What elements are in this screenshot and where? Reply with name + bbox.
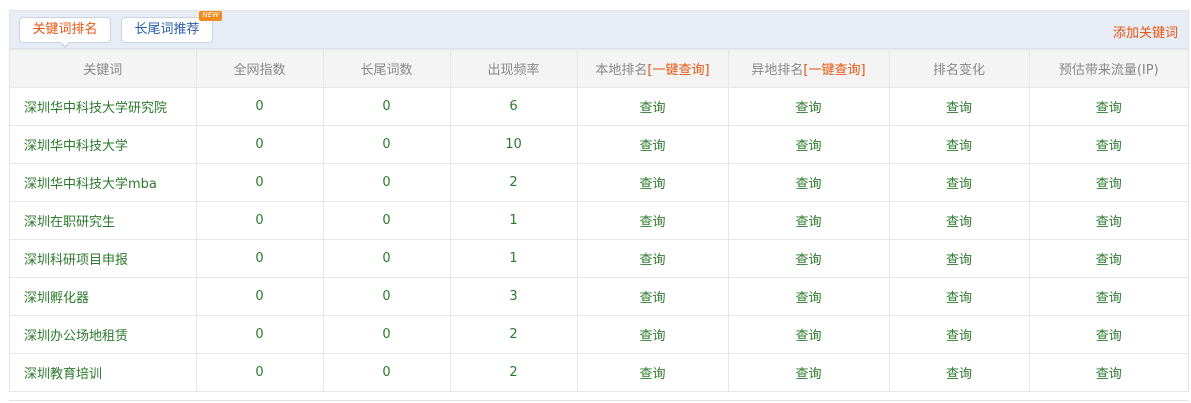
local-oneclick-query-link[interactable]: [一键查询] — [647, 63, 709, 78]
frequency-cell: 1 — [449, 201, 578, 240]
remote-rank-query-link[interactable]: 查询 — [727, 163, 890, 202]
rank-change-query-link[interactable]: 查询 — [888, 125, 1030, 164]
keyword-cell: 深圳办公场地租赁 — [10, 315, 197, 354]
local-rank-label: 本地排名 — [595, 63, 648, 78]
keyword-cell: 深圳科研项目申报 — [10, 239, 197, 278]
traffic-query-link[interactable]: 查询 — [1028, 201, 1188, 240]
traffic-query-link[interactable]: 查询 — [1028, 353, 1188, 392]
local-rank-query-link[interactable]: 查询 — [576, 239, 729, 278]
col-header-remote-rank: 异地排名[一键查询] — [727, 49, 890, 88]
col-header-traffic: 预估带来流量(IP) — [1028, 49, 1188, 88]
traffic-query-link[interactable]: 查询 — [1028, 125, 1188, 164]
table-row: 深圳华中科技大学研究院 0 0 6 查询 查询 查询 查询 — [10, 87, 1188, 126]
index-cell: 0 — [195, 125, 324, 164]
table-row: 深圳教育培训 0 0 2 查询 查询 查询 查询 — [10, 353, 1188, 392]
col-header-index: 全网指数 — [195, 49, 324, 88]
table-row: 深圳孵化器 0 0 3 查询 查询 查询 查询 — [10, 277, 1188, 316]
remote-rank-query-link[interactable]: 查询 — [727, 315, 890, 354]
longtail-cell: 0 — [322, 87, 451, 126]
frequency-cell: 2 — [449, 315, 578, 354]
rank-change-query-link[interactable]: 查询 — [888, 353, 1030, 392]
longtail-cell: 0 — [322, 163, 451, 202]
local-rank-query-link[interactable]: 查询 — [576, 277, 729, 316]
index-cell: 0 — [195, 239, 324, 278]
new-badge: NEW — [199, 11, 222, 21]
local-rank-query-link[interactable]: 查询 — [576, 353, 729, 392]
active-tab-pointer-icon — [60, 42, 70, 48]
keyword-cell: 深圳在职研究生 — [10, 201, 197, 240]
local-rank-query-link[interactable]: 查询 — [576, 315, 729, 354]
table-row: 深圳办公场地租赁 0 0 2 查询 查询 查询 查询 — [10, 315, 1188, 354]
tab-bar: 关键词排名 长尾词推荐 NEW 添加关键词 — [10, 11, 1188, 49]
keyword-cell: 深圳孵化器 — [10, 277, 197, 316]
remote-rank-label: 异地排名 — [751, 63, 804, 78]
index-cell: 0 — [195, 353, 324, 392]
traffic-query-link[interactable]: 查询 — [1028, 163, 1188, 202]
longtail-cell: 0 — [322, 353, 451, 392]
add-keyword-link[interactable]: 添加关键词 — [1113, 22, 1178, 41]
remote-rank-query-link[interactable]: 查询 — [727, 353, 890, 392]
local-rank-query-link[interactable]: 查询 — [576, 125, 729, 164]
frequency-cell: 6 — [449, 87, 578, 126]
keyword-table: 关键词 全网指数 长尾词数 出现频率 本地排名[一键查询] 异地排名[一键查询]… — [10, 49, 1188, 392]
frequency-cell: 2 — [449, 163, 578, 202]
remote-rank-query-link[interactable]: 查询 — [727, 125, 890, 164]
table-row: 深圳华中科技大学mba 0 0 2 查询 查询 查询 查询 — [10, 163, 1188, 202]
local-rank-query-link[interactable]: 查询 — [576, 201, 729, 240]
keyword-cell: 深圳华中科技大学 — [10, 125, 197, 164]
longtail-cell: 0 — [322, 315, 451, 354]
traffic-query-link[interactable]: 查询 — [1028, 239, 1188, 278]
rank-change-query-link[interactable]: 查询 — [888, 239, 1030, 278]
frequency-cell: 2 — [449, 353, 578, 392]
rank-change-query-link[interactable]: 查询 — [888, 201, 1030, 240]
index-cell: 0 — [195, 315, 324, 354]
table-row: 深圳科研项目申报 0 0 1 查询 查询 查询 查询 — [10, 239, 1188, 278]
remote-rank-query-link[interactable]: 查询 — [727, 239, 890, 278]
table-row: 深圳在职研究生 0 0 1 查询 查询 查询 查询 — [10, 201, 1188, 240]
traffic-query-link[interactable]: 查询 — [1028, 315, 1188, 354]
longtail-cell: 0 — [322, 125, 451, 164]
tab-keyword-rank-label: 关键词排名 — [32, 22, 98, 37]
traffic-query-link[interactable]: 查询 — [1028, 87, 1188, 126]
frequency-cell: 10 — [449, 125, 578, 164]
local-rank-query-link[interactable]: 查询 — [576, 87, 729, 126]
rank-change-query-link[interactable]: 查询 — [888, 163, 1030, 202]
tab-keyword-rank[interactable]: 关键词排名 — [19, 17, 111, 48]
col-header-keyword: 关键词 — [10, 49, 197, 88]
local-rank-query-link[interactable]: 查询 — [576, 163, 729, 202]
remote-rank-query-link[interactable]: 查询 — [727, 87, 890, 126]
tab-longtail-recommend[interactable]: 长尾词推荐 NEW — [121, 11, 222, 43]
col-header-rank-change: 排名变化 — [888, 49, 1030, 88]
col-header-frequency: 出现频率 — [449, 49, 578, 88]
table-row: 深圳华中科技大学 0 0 10 查询 查询 查询 查询 — [10, 125, 1188, 164]
keyword-panel: 关键词排名 长尾词推荐 NEW 添加关键词 关键词 全网指数 长尾词数 出现频率… — [9, 10, 1189, 392]
remote-oneclick-query-link[interactable]: [一键查询] — [803, 63, 865, 78]
longtail-cell: 0 — [322, 239, 451, 278]
index-cell: 0 — [195, 201, 324, 240]
longtail-cell: 0 — [322, 277, 451, 316]
remote-rank-query-link[interactable]: 查询 — [727, 201, 890, 240]
col-header-local-rank: 本地排名[一键查询] — [576, 49, 729, 88]
rank-change-query-link[interactable]: 查询 — [888, 315, 1030, 354]
frequency-cell: 3 — [449, 277, 578, 316]
index-cell: 0 — [195, 277, 324, 316]
index-cell: 0 — [195, 163, 324, 202]
table-header-row: 关键词 全网指数 长尾词数 出现频率 本地排名[一键查询] 异地排名[一键查询]… — [10, 49, 1188, 88]
remote-rank-query-link[interactable]: 查询 — [727, 277, 890, 316]
bottom-divider — [9, 400, 1189, 401]
col-header-longtail: 长尾词数 — [322, 49, 451, 88]
keyword-cell: 深圳华中科技大学mba — [10, 163, 197, 202]
keyword-cell: 深圳教育培训 — [10, 353, 197, 392]
keyword-cell: 深圳华中科技大学研究院 — [10, 87, 197, 126]
rank-change-query-link[interactable]: 查询 — [888, 87, 1030, 126]
longtail-cell: 0 — [322, 201, 451, 240]
table-body: 深圳华中科技大学研究院 0 0 6 查询 查询 查询 查询 深圳华中科技大学 0 0 10 查询 查询 查询… — [10, 87, 1188, 392]
tab-longtail-recommend-label: 长尾词推荐 — [134, 22, 200, 37]
traffic-query-link[interactable]: 查询 — [1028, 277, 1188, 316]
index-cell: 0 — [195, 87, 324, 126]
rank-change-query-link[interactable]: 查询 — [888, 277, 1030, 316]
frequency-cell: 1 — [449, 239, 578, 278]
